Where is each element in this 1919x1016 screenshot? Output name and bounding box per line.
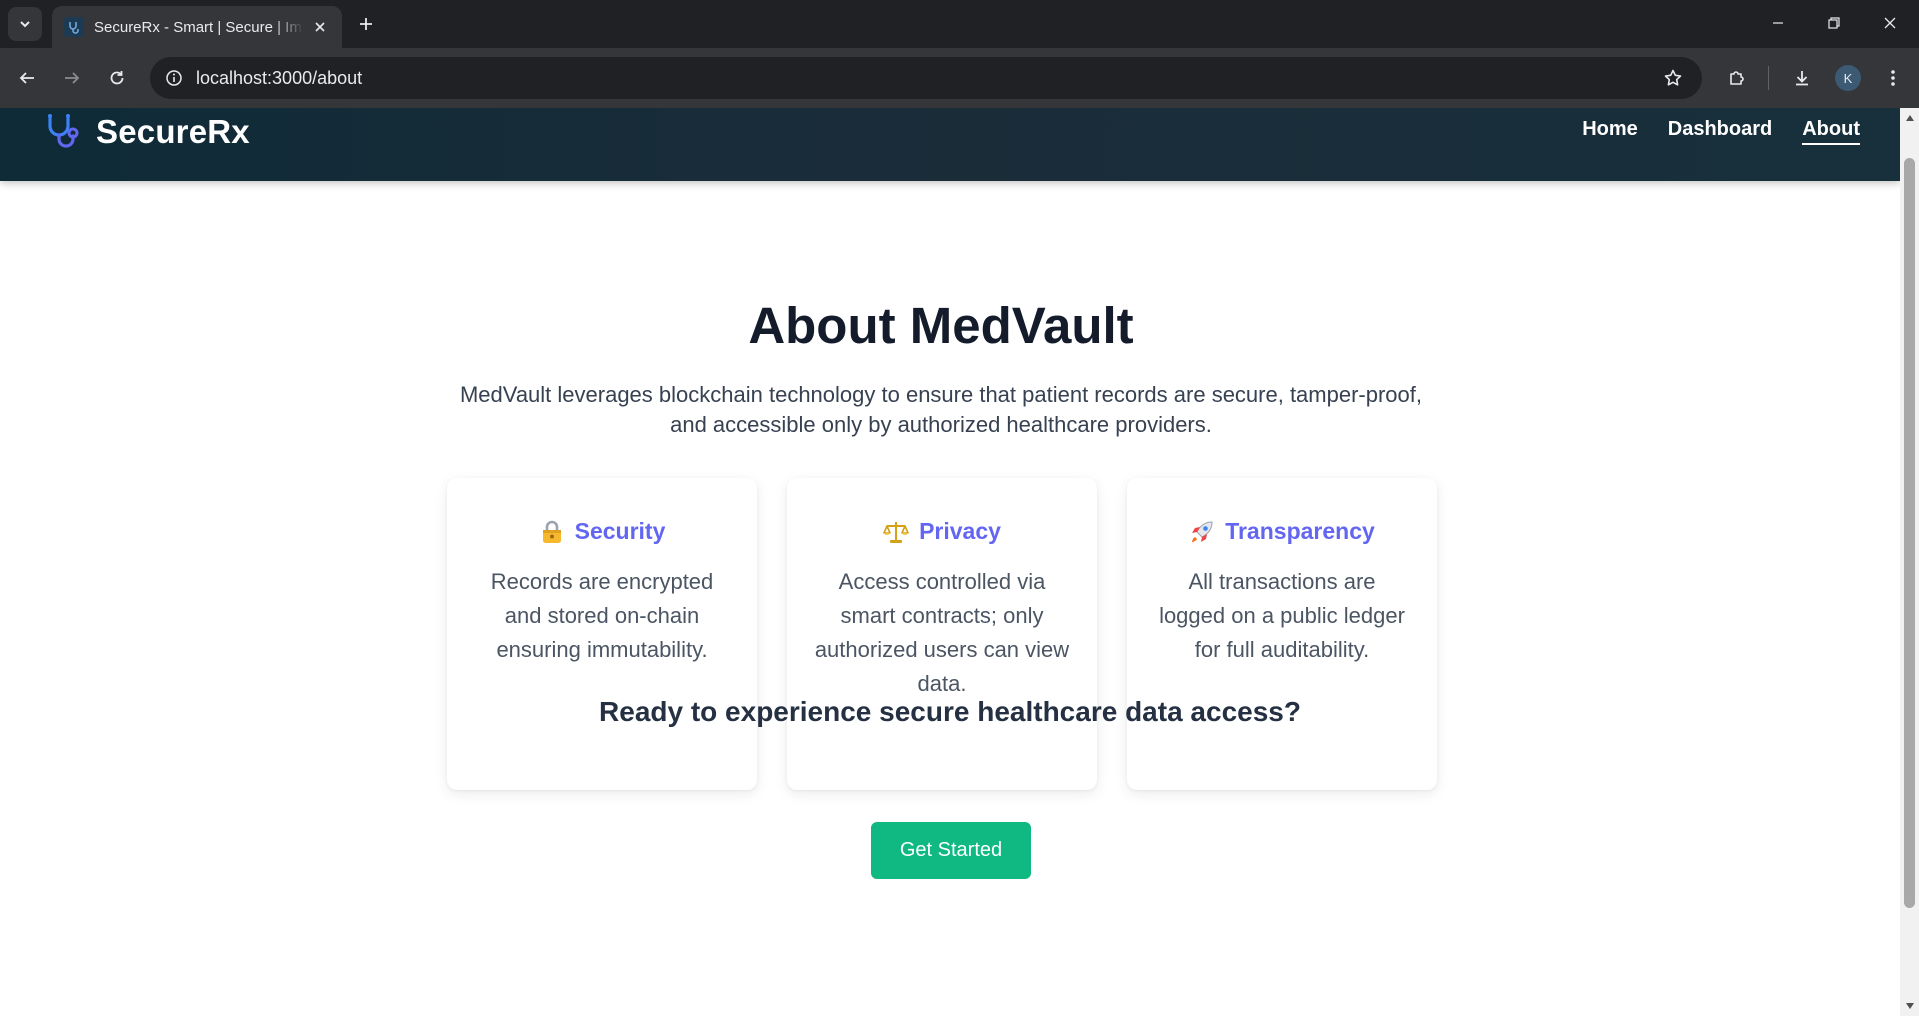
site-header: SecureRx Home Dashboard About	[0, 108, 1900, 181]
scroll-down-arrow-icon[interactable]	[1904, 1000, 1915, 1012]
page-scrollbar[interactable]	[1900, 108, 1919, 1016]
brand-name: SecureRx	[96, 113, 250, 150]
restore-window-button[interactable]	[1806, 0, 1862, 46]
nav-link-about[interactable]: About	[1802, 118, 1860, 145]
tab-title: SecureRx - Smart | Secure | Immutable	[94, 18, 304, 36]
arrow-left-icon	[19, 72, 34, 84]
reload-button[interactable]	[100, 61, 134, 95]
nav-link-dashboard[interactable]: Dashboard	[1668, 118, 1772, 145]
url-text[interactable]: localhost:3000/about	[196, 68, 1658, 89]
close-window-button[interactable]	[1862, 0, 1918, 46]
feature-card-transparency: Transparency All transactions are logged…	[1127, 478, 1437, 790]
browser-tab-active[interactable]: SecureRx - Smart | Secure | Immutable	[52, 6, 342, 48]
scroll-up-arrow-icon[interactable]	[1904, 112, 1915, 124]
stethoscope-icon	[48, 114, 79, 148]
reload-icon	[110, 71, 124, 85]
browser-toolbar: localhost:3000/about K	[0, 48, 1919, 108]
feature-cards: Security Records are encrypted and store…	[447, 478, 1437, 790]
feature-card-security: Security Records are encrypted and store…	[447, 478, 757, 790]
balance-scale-emoji-icon	[883, 519, 909, 545]
get-started-button[interactable]: Get Started	[871, 822, 1031, 879]
page-viewport: SecureRx Home Dashboard About About MedV…	[0, 108, 1900, 1016]
toolbar-divider	[1768, 66, 1769, 90]
browser-tab-bar: SecureRx - Smart | Secure | Immutable	[0, 0, 1919, 48]
site-logo[interactable]: SecureRx	[44, 112, 250, 152]
cta-heading: Ready to experience secure healthcare da…	[599, 696, 1301, 727]
feature-text: All transactions are logged on a public …	[1159, 569, 1405, 662]
page-title: About MedVault	[748, 297, 1134, 354]
feature-text: Access controlled via smart contracts; o…	[814, 569, 1070, 696]
main-nav: Home Dashboard About	[1552, 118, 1860, 145]
minimize-icon	[1773, 22, 1783, 24]
extensions-button[interactable]	[1720, 61, 1754, 95]
feature-title: Security	[574, 518, 666, 544]
profile-button[interactable]: K	[1831, 61, 1865, 95]
rocket-emoji-icon	[1189, 519, 1215, 545]
close-tab-icon[interactable]	[310, 17, 330, 37]
arrow-right-icon	[65, 72, 80, 84]
downloads-button[interactable]	[1785, 61, 1819, 95]
forward-button[interactable]	[55, 61, 89, 95]
close-icon	[1884, 17, 1896, 29]
avatar: K	[1835, 65, 1861, 91]
puzzle-icon	[1730, 71, 1744, 85]
plus-icon	[360, 18, 372, 30]
nav-link-home[interactable]: Home	[1582, 118, 1638, 145]
new-tab-button[interactable]	[352, 10, 380, 38]
more-vertical-icon	[1891, 70, 1895, 86]
bookmark-star-icon[interactable]	[1658, 63, 1688, 93]
browser-menu-button[interactable]	[1876, 61, 1910, 95]
download-icon	[1796, 71, 1808, 86]
site-info-icon[interactable]	[160, 64, 188, 92]
feature-title: Transparency	[1225, 518, 1375, 544]
feature-card-privacy: Privacy Access controlled via smart cont…	[787, 478, 1097, 790]
tab-search-button[interactable]	[8, 7, 42, 41]
chevron-down-icon	[20, 21, 30, 28]
scrollbar-thumb[interactable]	[1904, 158, 1915, 908]
address-bar[interactable]: localhost:3000/about	[150, 57, 1702, 99]
lock-emoji-icon	[539, 519, 565, 545]
minimize-window-button[interactable]	[1750, 0, 1806, 46]
feature-text: Records are encrypted and stored on-chai…	[490, 569, 714, 662]
restore-icon	[1828, 17, 1840, 29]
feature-title: Privacy	[919, 518, 1001, 544]
back-button[interactable]	[10, 61, 44, 95]
page-description: MedVault leverages blockchain technology…	[459, 382, 1423, 437]
stethoscope-favicon-icon	[64, 17, 84, 37]
